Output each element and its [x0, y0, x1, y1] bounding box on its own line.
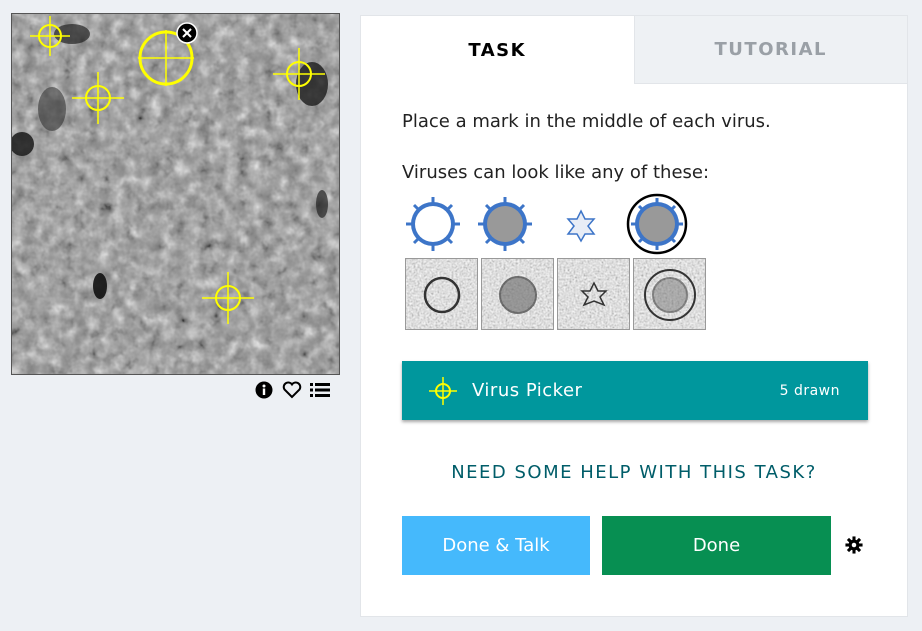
virus-mark[interactable] [271, 46, 327, 102]
list-icon [310, 383, 330, 397]
hollow-virus-icon [406, 197, 460, 251]
example-photo [633, 258, 706, 330]
virus-mark[interactable] [70, 70, 126, 126]
help-link[interactable]: NEED SOME HELP WITH THIS TASK? [361, 462, 907, 483]
tab-tutorial[interactable]: TUTORIAL [633, 16, 907, 84]
gear-icon[interactable] [845, 536, 863, 554]
virus-picker-tool[interactable]: Virus Picker 5 drawn [402, 361, 868, 420]
task-tabs: TASK TUTORIAL [361, 16, 907, 84]
close-icon [176, 22, 198, 44]
example-photo [557, 258, 630, 330]
virus-example-photos [405, 258, 706, 330]
delete-mark-button[interactable] [176, 22, 198, 44]
filled-virus-icon [478, 197, 532, 251]
done-and-talk-button[interactable]: Done & Talk [402, 516, 590, 575]
examples-label: Viruses can look like any of these: [402, 162, 710, 183]
info-icon [255, 381, 273, 399]
subject-image[interactable] [11, 13, 340, 375]
example-photo [481, 258, 554, 330]
virus-mark[interactable] [22, 16, 78, 58]
example-photo [405, 258, 478, 330]
task-instruction: Place a mark in the middle of each virus… [402, 111, 771, 132]
enveloped-virus-icon [626, 193, 688, 255]
virus-mark[interactable] [200, 270, 256, 326]
done-button[interactable]: Done [602, 516, 831, 575]
crosshair-icon [429, 376, 457, 405]
virus-examples-icons [406, 193, 688, 255]
tool-label: Virus Picker [472, 380, 583, 401]
collections-button[interactable] [310, 380, 330, 400]
heart-icon [282, 381, 302, 399]
drawn-count: 5 drawn [779, 382, 840, 399]
task-panel: TASK TUTORIAL Place a mark in the middle… [360, 15, 908, 617]
tab-task[interactable]: TASK [361, 16, 634, 84]
favorite-button[interactable] [282, 380, 302, 400]
star-virus-icon [566, 209, 596, 243]
subject-toolbar [254, 380, 330, 400]
info-button[interactable] [254, 380, 274, 400]
